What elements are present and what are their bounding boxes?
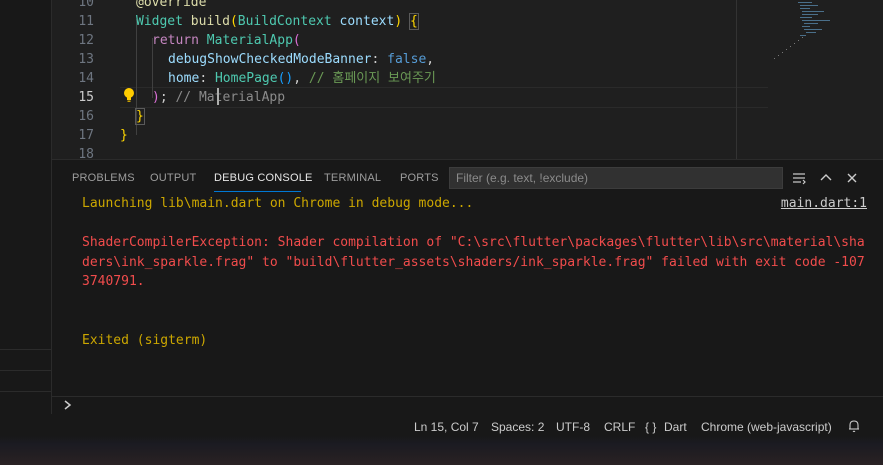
line-number: 16 <box>78 109 94 124</box>
explorer-divider <box>0 391 51 392</box>
status-bar: Ln 15, Col 7 Spaces: 2 UTF-8 CRLF { } Da… <box>0 414 883 465</box>
indentation[interactable]: Spaces: 2 <box>491 420 544 434</box>
debug-console-output: Launching lib\main.dart on Chrome in deb… <box>82 194 872 350</box>
panel-tabs: PROBLEMS OUTPUT DEBUG CONSOLE TERMINAL P… <box>52 160 883 197</box>
code-line-17: } <box>120 128 128 143</box>
filter-input[interactable] <box>449 167 783 189</box>
source-link[interactable]: main.dart:1 <box>781 196 867 211</box>
code-editor[interactable]: 10 11 12 13 14 15 16 17 18 @override Wid… <box>52 0 883 159</box>
explorer-divider <box>0 349 51 350</box>
line-number: 13 <box>78 52 94 67</box>
close-icon[interactable] <box>844 170 860 186</box>
tab-terminal[interactable]: TERMINAL <box>324 172 381 184</box>
code-token: home <box>168 71 200 86</box>
chevron-up-icon[interactable] <box>818 170 834 186</box>
active-tab-indicator <box>214 191 301 192</box>
code-token: context <box>339 14 395 29</box>
code-token: false <box>387 52 427 67</box>
code-line-11: Widget build(BuildContext context) { <box>136 13 419 30</box>
chevron-right-icon <box>64 400 72 410</box>
explorer-divider <box>0 370 51 371</box>
console-line-launching: Launching lib\main.dart on Chrome in deb… <box>82 196 474 211</box>
code-line-13: debugShowCheckedModeBanner: false, <box>168 52 435 67</box>
tab-problems[interactable]: PROBLEMS <box>72 172 135 184</box>
code-token: MaterialApp <box>206 33 293 48</box>
explorer-strip <box>0 0 52 414</box>
braces-icon: { } <box>645 420 657 434</box>
code-line-14: home: HomePage(), // 홈페이지 보여주기 <box>168 71 436 86</box>
debug-console-input[interactable] <box>52 396 883 415</box>
code-comment: // 홈페이지 보여주기 <box>308 71 436 86</box>
cursor-position[interactable]: Ln 15, Col 7 <box>414 420 479 434</box>
code-line-10: @override <box>136 0 206 12</box>
code-inlay-hint: // MaterialApp <box>175 90 286 105</box>
encoding[interactable]: UTF-8 <box>556 420 590 434</box>
text-cursor <box>217 88 219 105</box>
code-token: BuildContext <box>237 14 332 29</box>
code-token: return <box>152 33 199 48</box>
code-line-16: } <box>135 108 145 125</box>
code-token: build <box>190 14 230 29</box>
code-token: HomePage <box>214 71 278 86</box>
target-device[interactable]: Chrome (web-javascript) <box>701 420 832 434</box>
tab-ports[interactable]: PORTS <box>400 172 439 184</box>
line-number-active: 15 <box>78 90 94 105</box>
line-ending[interactable]: CRLF <box>604 420 635 434</box>
word-wrap-icon[interactable] <box>791 170 807 186</box>
console-line-error: ShaderCompilerException: Shader compilat… <box>82 235 865 289</box>
code-token: Widget <box>136 14 183 29</box>
line-number: 18 <box>78 147 94 159</box>
minimap-divider <box>736 0 737 159</box>
code-line-12: return MaterialApp( <box>152 33 301 48</box>
line-number: 11 <box>78 14 94 29</box>
line-number: 14 <box>78 71 94 86</box>
console-line-exited: Exited (sigterm) <box>82 332 208 348</box>
annotation: @override <box>136 0 207 10</box>
line-number: 17 <box>78 128 94 143</box>
minimap[interactable] <box>772 0 852 65</box>
bottom-panel: PROBLEMS OUTPUT DEBUG CONSOLE TERMINAL P… <box>52 159 883 415</box>
lightbulb-icon[interactable] <box>122 87 136 103</box>
line-number: 12 <box>78 33 94 48</box>
language-mode[interactable]: Dart <box>664 420 687 434</box>
tab-debug-console[interactable]: DEBUG CONSOLE <box>214 172 313 184</box>
bell-icon[interactable] <box>847 419 861 433</box>
code-token: debugShowCheckedModeBanner <box>168 52 372 67</box>
line-number: 10 <box>78 0 94 10</box>
tab-output[interactable]: OUTPUT <box>150 172 196 184</box>
